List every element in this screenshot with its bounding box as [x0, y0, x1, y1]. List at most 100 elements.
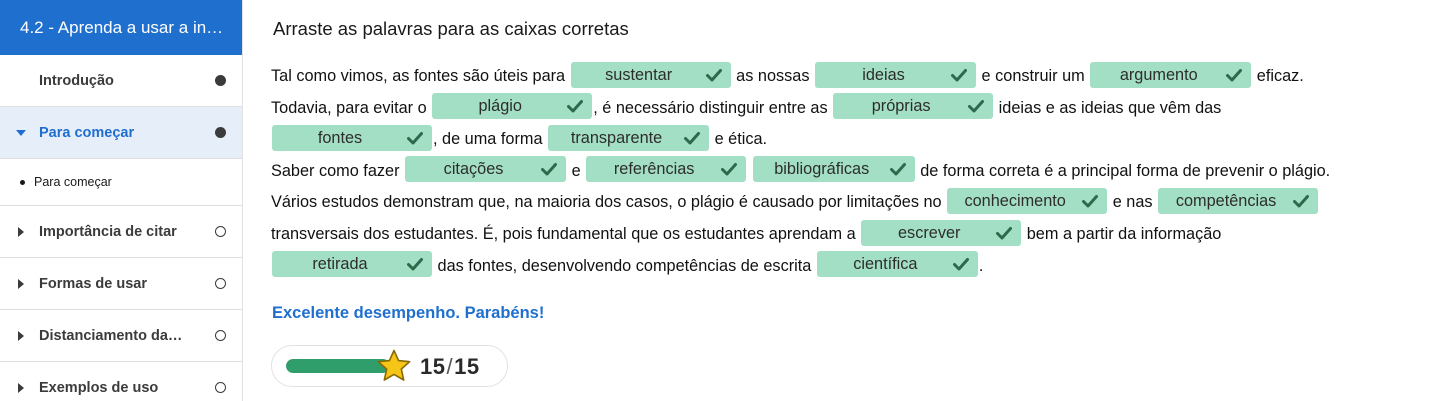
- drop-word: bibliográficas: [774, 160, 870, 179]
- score-progress-fill: [286, 359, 390, 373]
- check-icon: [567, 100, 584, 113]
- drop-word: referências: [613, 160, 695, 179]
- feedback-message: Excelente desempenho. Parabéns!: [272, 304, 545, 322]
- check-icon: [705, 68, 722, 82]
- drop-box-plagio[interactable]: plágio: [432, 93, 593, 120]
- caret-right-icon: [18, 330, 24, 341]
- status-empty-icon: [215, 278, 226, 289]
- sidebar-item-label: Exemplos de uso: [39, 379, 159, 396]
- score-max: 15: [454, 354, 480, 379]
- drop-word: argumento: [1119, 65, 1198, 84]
- check-icon: [1082, 195, 1099, 208]
- bullet-icon: [20, 179, 25, 185]
- caret-down-icon: [16, 129, 26, 136]
- drop-box-proprias[interactable]: próprias: [833, 93, 994, 120]
- check-icon: [541, 163, 558, 176]
- sidebar-item-label: Distanciamento da…: [39, 327, 183, 344]
- check-icon: [996, 226, 1013, 240]
- status-empty-icon: [215, 330, 226, 341]
- text-segment: e ética.: [714, 130, 768, 149]
- sidebar: 4.2 - Aprenda a usar a in… Introdução Pa…: [0, 0, 243, 401]
- exercise-title: Arraste as palavras para as caixas corre…: [273, 18, 629, 39]
- drop-word: competências: [1175, 192, 1277, 211]
- text-segment: bem a partir da informação: [1026, 224, 1222, 243]
- drop-box-citacoes[interactable]: citações: [405, 156, 567, 183]
- score-panel: 15/15: [271, 345, 508, 387]
- drop-word: sustentar: [605, 65, 673, 84]
- text-segment: eficaz.: [1256, 67, 1304, 85]
- sidebar-item-label: Introdução: [39, 72, 114, 89]
- drop-box-argumento[interactable]: argumento: [1090, 61, 1252, 88]
- star-icon: [377, 349, 411, 381]
- sidebar-item-label: Formas de usar: [39, 275, 147, 292]
- drop-box-escrever[interactable]: escrever: [861, 219, 1022, 246]
- text-segment: Saber como fazer: [271, 161, 400, 180]
- drop-box-conhecimento[interactable]: conhecimento: [947, 188, 1108, 215]
- check-icon: [721, 163, 738, 176]
- score-separator: /: [446, 354, 454, 379]
- text-segment: as nossas: [736, 67, 810, 85]
- score-text: 15/15: [420, 354, 480, 380]
- sidebar-item-para-comecar[interactable]: Para começar: [0, 107, 242, 159]
- sidebar-item-importancia-de-citar[interactable]: Importância de citar: [0, 206, 242, 258]
- drop-box-bibliograficas[interactable]: bibliográficas: [752, 156, 915, 183]
- text-segment: Tal como vimos, as fontes são úteis para: [271, 67, 566, 85]
- text-segment: Vários estudos demonstram que, na maiori…: [271, 193, 942, 212]
- check-icon: [1293, 195, 1310, 208]
- drop-word: próprias: [871, 97, 931, 116]
- drop-word: fontes: [317, 128, 363, 147]
- drop-box-ideias[interactable]: ideias: [815, 61, 977, 88]
- drop-word: plágio: [478, 97, 522, 116]
- status-filled-icon: [215, 75, 226, 86]
- drop-word: transparente: [570, 128, 663, 147]
- drop-word: escrever: [898, 223, 961, 242]
- text-segment: Todavia, para evitar o: [271, 98, 427, 117]
- course-title: 4.2 - Aprenda a usar a in…: [0, 0, 242, 55]
- drop-box-retirada[interactable]: retirada: [272, 251, 432, 278]
- check-icon: [407, 131, 423, 145]
- check-icon: [968, 100, 985, 113]
- drop-box-transparente[interactable]: transparente: [548, 124, 710, 151]
- score-progress-bar: [286, 359, 390, 373]
- sidebar-item-exemplos-de-uso[interactable]: Exemplos de uso: [0, 362, 242, 401]
- caret-right-icon: [18, 382, 24, 393]
- text-segment: .: [978, 256, 984, 275]
- drop-box-sustentar[interactable]: sustentar: [570, 61, 731, 88]
- text-segment: transversais dos estudantes. É, pois fun…: [271, 224, 856, 243]
- drop-word: ideias: [862, 65, 905, 84]
- drop-word: retirada: [312, 255, 368, 274]
- drop-box-cientifica[interactable]: científica: [816, 251, 978, 278]
- check-icon: [952, 258, 969, 271]
- drop-box-referencias[interactable]: referências: [586, 156, 747, 183]
- sidebar-item-distanciamento[interactable]: Distanciamento da…: [0, 310, 242, 362]
- check-icon: [1226, 68, 1243, 82]
- check-icon: [889, 163, 906, 176]
- drop-box-fontes[interactable]: fontes: [272, 124, 432, 151]
- text-segment: de forma correta é a principal forma de …: [920, 161, 1331, 180]
- main-content: Arraste as palavras para as caixas corre…: [244, 0, 1452, 401]
- check-icon: [407, 258, 423, 271]
- drag-drop-text: Tal como vimos, as fontes são úteis para…: [271, 61, 1441, 282]
- caret-right-icon: [18, 226, 24, 237]
- status-filled-icon: [215, 127, 226, 138]
- text-segment: e construir um: [981, 67, 1085, 85]
- drop-word: conhecimento: [964, 192, 1066, 211]
- sidebar-item-introducao[interactable]: Introdução: [0, 55, 242, 107]
- caret-right-icon: [18, 278, 24, 289]
- check-icon: [951, 68, 968, 82]
- sidebar-item-label: Para começar: [39, 124, 135, 141]
- sidebar-item-formas-de-usar[interactable]: Formas de usar: [0, 258, 242, 310]
- text-segment: ideias e as ideias que vêm das: [998, 98, 1222, 117]
- status-empty-icon: [215, 382, 226, 393]
- drop-word: citações: [443, 160, 504, 179]
- text-segment: e: [571, 161, 581, 180]
- text-segment: das fontes, desenvolvendo competências d…: [437, 256, 812, 275]
- drop-box-competencias[interactable]: competências: [1158, 188, 1319, 215]
- check-icon: [684, 131, 701, 145]
- sidebar-subitem-para-comecar[interactable]: Para começar: [0, 159, 242, 206]
- text-segment: , de uma forma: [433, 130, 543, 149]
- text-segment: , é necessário distinguir entre as: [593, 98, 828, 117]
- text-segment: e nas: [1112, 193, 1153, 212]
- sidebar-item-label: Importância de citar: [39, 223, 177, 240]
- drop-word: científica: [853, 255, 918, 274]
